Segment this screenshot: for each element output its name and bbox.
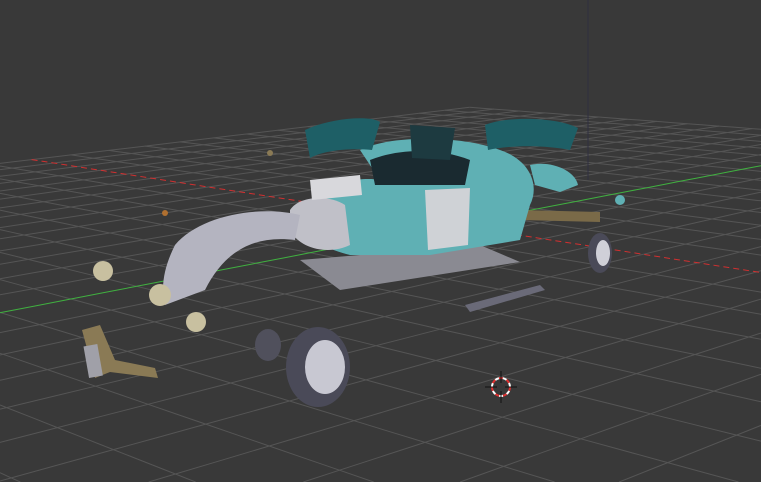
grid-line <box>0 279 739 482</box>
headlight <box>93 261 113 281</box>
3d-viewport[interactable] <box>0 0 761 482</box>
small-part <box>615 195 625 205</box>
headlight <box>149 284 171 306</box>
grid-line <box>148 298 761 482</box>
wheel-rear-rim <box>596 240 610 266</box>
brake-drum <box>255 329 281 361</box>
door-panel <box>425 188 470 250</box>
door-right <box>485 118 578 150</box>
door-left <box>410 125 455 160</box>
3d-cursor[interactable] <box>485 371 517 403</box>
grid-line <box>0 404 196 482</box>
chassis-rail <box>520 210 600 222</box>
rear-fender <box>290 198 350 250</box>
small-part <box>267 150 273 156</box>
wheel-front-rim <box>305 340 345 394</box>
grid-line <box>618 424 761 482</box>
viewport-canvas[interactable] <box>0 0 761 482</box>
grid-line <box>303 332 761 482</box>
running-board <box>465 285 545 312</box>
headlight <box>186 312 206 332</box>
small-part <box>162 210 168 216</box>
grid-line <box>459 373 761 482</box>
